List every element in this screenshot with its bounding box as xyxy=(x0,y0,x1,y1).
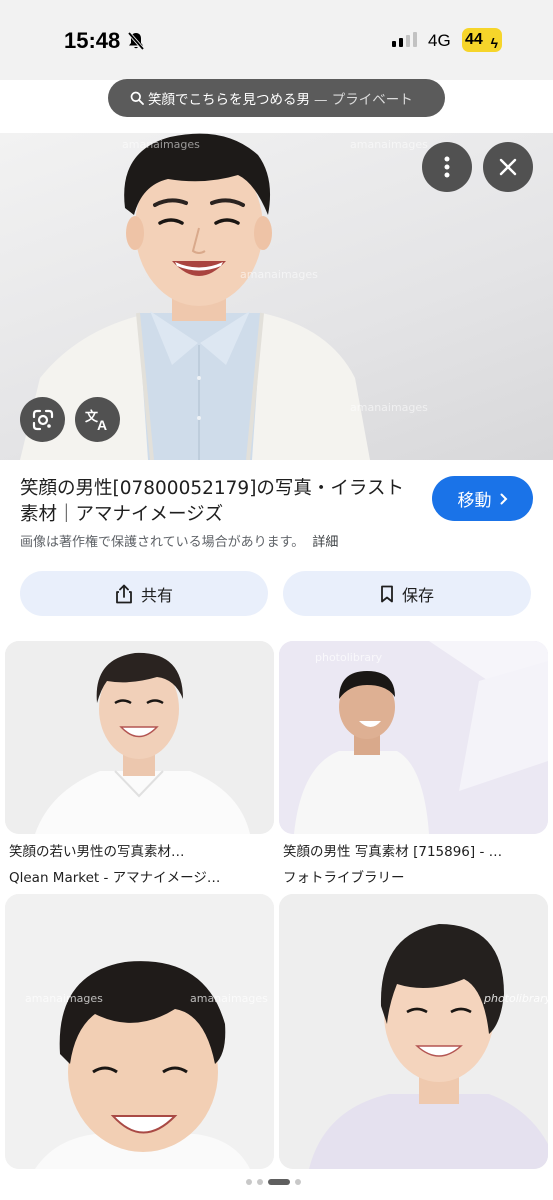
network-type: 4G xyxy=(428,31,451,50)
related-photo: amanaimages amanaimages xyxy=(5,894,274,1169)
more-vert-icon xyxy=(444,156,450,178)
lens-button[interactable] xyxy=(20,397,65,442)
related-thumbnail[interactable]: amanaimages amanaimages xyxy=(5,894,274,1169)
related-watermark: photolibrary xyxy=(483,992,548,1005)
hero-watermark-4: amanaimages xyxy=(350,401,428,414)
page-indicator xyxy=(246,1179,301,1185)
share-icon xyxy=(116,584,132,603)
related-watermark: amanaimages xyxy=(25,992,103,1005)
related-watermark: photolibrary xyxy=(315,651,383,664)
battery-indicator: 44 ϟ xyxy=(462,28,502,52)
result-title[interactable]: 笑顔の男性[07800052179]の写真・イラスト素材｜アマナイメージズ xyxy=(20,476,420,528)
related-title: 笑顔の男性 写真素材 [715896] - … xyxy=(283,844,503,860)
chevron-right-icon xyxy=(500,493,507,504)
copyright-text: 画像は著作権で保護されている場合があります。 xyxy=(20,535,305,550)
svg-text:A: A xyxy=(97,417,107,432)
lens-icon xyxy=(32,409,53,430)
more-options-button[interactable] xyxy=(422,142,472,192)
share-button[interactable]: 共有 xyxy=(20,571,268,616)
related-title: 笑顔の若い男性の写真素材… xyxy=(9,844,185,860)
visit-label: 移動 xyxy=(457,491,492,511)
translate-button[interactable]: 文 A xyxy=(75,397,120,442)
translate-icon: 文 A xyxy=(85,409,107,432)
copyright-notice: 画像は著作権で保護されている場合があります。 詳細 xyxy=(20,531,338,550)
related-thumbnail[interactable]: photolibrary xyxy=(279,894,548,1169)
hero-watermark-2: amanaimages xyxy=(350,138,428,151)
close-button[interactable] xyxy=(483,142,533,192)
charging-icon: ϟ xyxy=(490,35,498,51)
related-thumbnail[interactable] xyxy=(5,641,274,834)
signal-icon xyxy=(392,32,417,47)
related-photo: photolibrary xyxy=(279,894,548,1169)
page-dot-active xyxy=(268,1179,290,1185)
save-button[interactable]: 保存 xyxy=(283,571,531,616)
search-query-pill[interactable]: 笑顔でこちらを見つめる男 — プライベート xyxy=(108,79,445,117)
related-source: フォトライブラリー xyxy=(283,870,405,886)
details-link[interactable]: 詳細 xyxy=(312,535,338,550)
bookmark-icon xyxy=(381,585,393,602)
hero-watermark-3: amanaimages xyxy=(240,268,318,281)
status-bar: 15:48 4G 44 ϟ xyxy=(0,0,553,80)
share-label: 共有 xyxy=(140,585,173,605)
related-card[interactable]: amanaimages amanaimages xyxy=(5,894,274,1169)
battery-level: 44 xyxy=(465,31,483,48)
related-photo xyxy=(5,641,274,834)
page-dot xyxy=(246,1179,252,1185)
hero-watermark-1: amanaimages xyxy=(122,138,200,151)
related-card[interactable]: photolibrary 笑顔の男性 写真素材 [715896] - … フォト… xyxy=(279,641,548,886)
page-dot xyxy=(295,1179,301,1185)
search-icon xyxy=(130,91,144,105)
related-card[interactable]: photolibrary xyxy=(279,894,548,1169)
related-card[interactable]: 笑顔の若い男性の写真素材… Qlean Market - アマナイメージ… xyxy=(5,641,274,886)
related-source: Qlean Market - アマナイメージ… xyxy=(9,870,221,886)
visit-button[interactable]: 移動 xyxy=(432,476,533,521)
save-label: 保存 xyxy=(401,585,434,605)
related-thumbnail[interactable]: photolibrary xyxy=(279,641,548,834)
private-mode-label: — プライベート xyxy=(314,92,413,108)
clock-text: 15:48 xyxy=(64,28,121,53)
clock: 15:48 xyxy=(64,28,146,54)
search-query-text: 笑顔でこちらを見つめる男 xyxy=(148,92,310,108)
page-dot xyxy=(257,1179,263,1185)
close-icon xyxy=(499,158,517,176)
hero-image[interactable]: amanaimages amanaimages amanaimages aman… xyxy=(0,133,553,460)
related-watermark: amanaimages xyxy=(190,992,268,1005)
related-photo: photolibrary xyxy=(279,641,548,834)
bell-off-icon xyxy=(127,31,145,51)
